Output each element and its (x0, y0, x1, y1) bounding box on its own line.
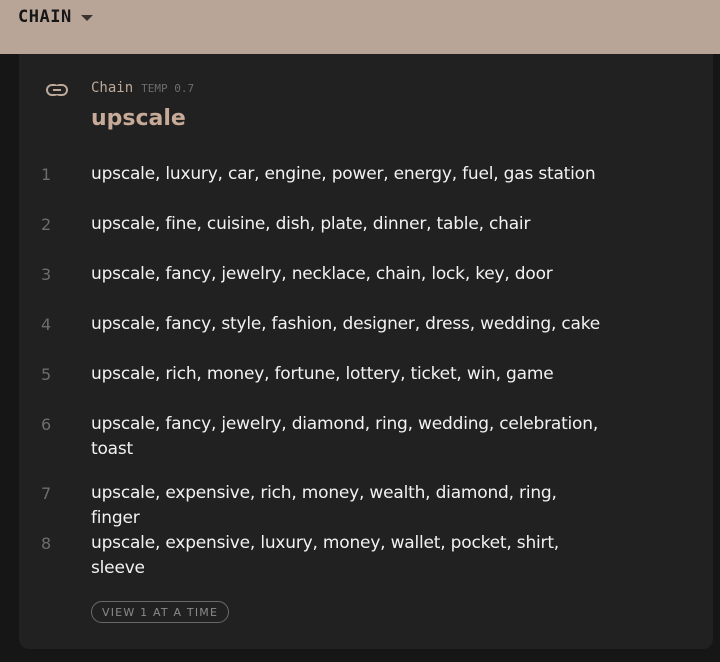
list-item: 4 upscale, fancy, style, fashion, design… (19, 312, 713, 362)
link-icon (46, 84, 68, 96)
list-item: 5 upscale, rich, money, fortune, lottery… (19, 362, 713, 412)
list-item: 6 upscale, fancy, jewelry, diamond, ring… (19, 412, 713, 481)
seed-word: upscale (91, 106, 186, 131)
row-text: upscale, fine, cuisine, dish, plate, din… (91, 214, 531, 234)
chain-list: 1 upscale, luxury, car, engine, power, e… (19, 162, 713, 591)
caret-down-icon (80, 15, 93, 21)
row-text: upscale, fancy, style, fashion, designer… (91, 314, 601, 334)
row-text: upscale, fancy, jewelry, necklace, chain… (91, 264, 553, 284)
row-number: 2 (41, 215, 52, 234)
row-number: 4 (41, 315, 52, 334)
temperature-label: TEMP 0.7 (141, 82, 195, 95)
row-text: upscale, expensive, rich, money, wealth,… (91, 483, 557, 528)
row-number: 5 (41, 365, 52, 384)
menu-title: CHAIN (18, 7, 72, 27)
chain-menu-dropdown[interactable]: CHAIN (18, 7, 93, 27)
list-item: 2 upscale, fine, cuisine, dish, plate, d… (19, 212, 713, 262)
list-item: 3 upscale, fancy, jewelry, necklace, cha… (19, 262, 713, 312)
list-item: 7 upscale, expensive, rich, money, wealt… (19, 481, 713, 531)
row-number: 1 (41, 165, 52, 184)
row-number: 3 (41, 265, 52, 284)
row-text: upscale, expensive, luxury, money, walle… (91, 533, 560, 578)
row-text: upscale, fancy, jewelry, diamond, ring, … (91, 414, 599, 459)
row-number: 8 (41, 534, 52, 553)
row-text: upscale, rich, money, fortune, lottery, … (91, 364, 554, 384)
list-item: 8 upscale, expensive, luxury, money, wal… (19, 531, 713, 591)
view-one-at-a-time-button[interactable]: VIEW 1 AT A TIME (91, 601, 230, 623)
row-number: 7 (41, 484, 52, 503)
row-number: 6 (41, 415, 52, 434)
chain-label: Chain (91, 80, 134, 96)
chain-header: Chain TEMP 0.7 (91, 80, 194, 96)
top-bar: CHAIN (0, 0, 720, 54)
chain-card: Chain TEMP 0.7 upscale 1 upscale, luxury… (19, 54, 713, 649)
list-item: 1 upscale, luxury, car, engine, power, e… (19, 162, 713, 212)
row-text: upscale, luxury, car, engine, power, ene… (91, 164, 596, 184)
